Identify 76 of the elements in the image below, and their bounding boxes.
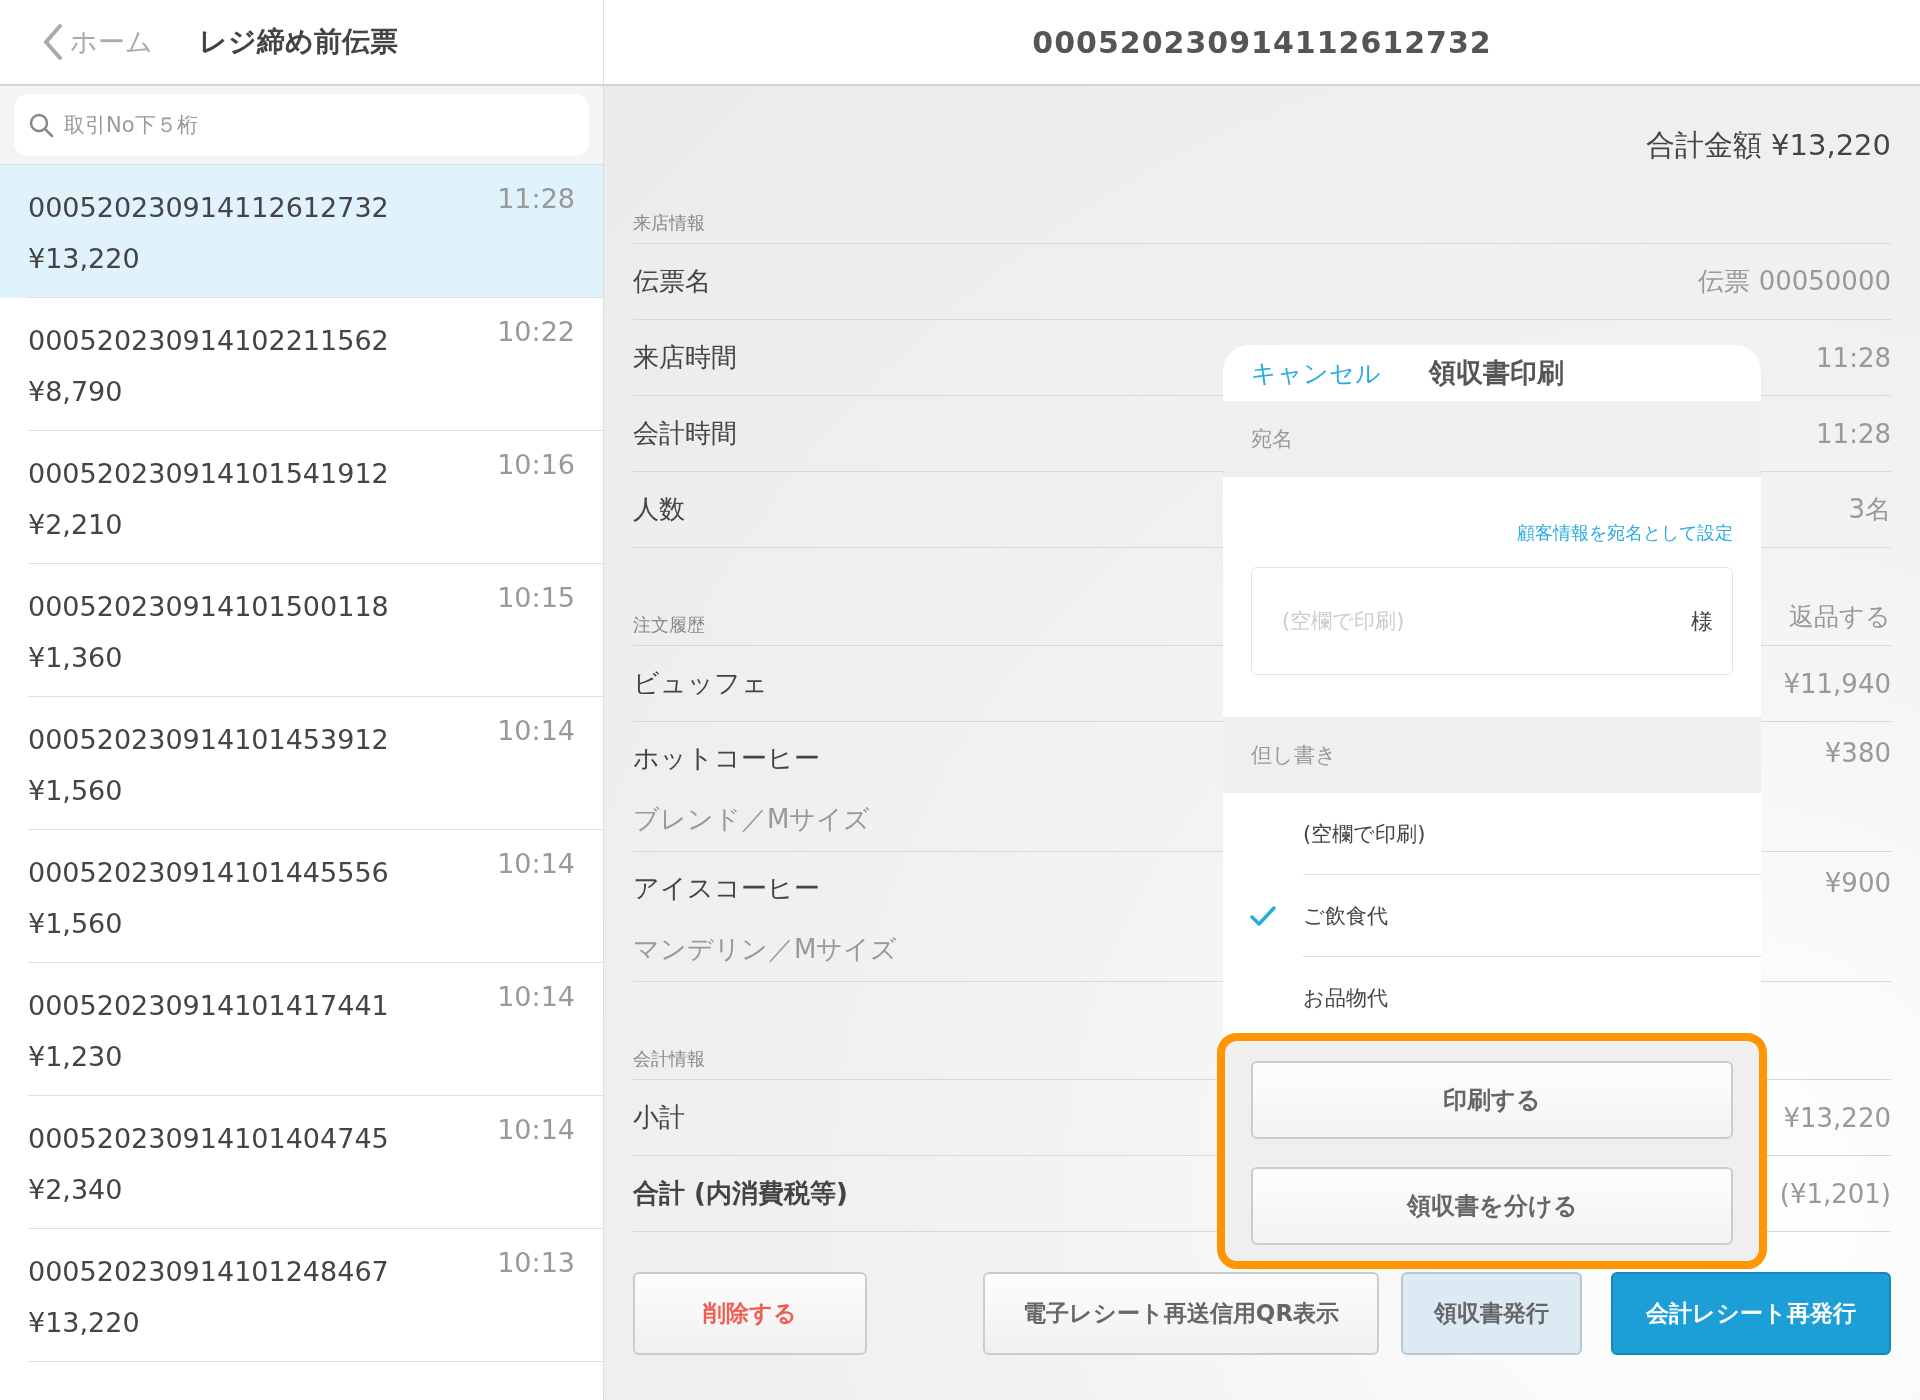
row-value: ¥11,940 xyxy=(1783,668,1891,699)
item-option: ブレンド／Mサイズ xyxy=(633,801,871,837)
row-label: 伝票名 xyxy=(633,265,711,298)
transaction-number: 000520230914101445556 xyxy=(28,857,389,888)
transaction-amount: ¥13,220 xyxy=(28,1307,140,1338)
transaction-item[interactable]: 000520230914101404745 ¥2,340 10:14 xyxy=(0,1096,603,1229)
transaction-item[interactable]: 000520230914101445556 ¥1,560 10:14 xyxy=(0,830,603,963)
transaction-item[interactable]: 000520230914101500118 ¥1,360 10:15 xyxy=(0,564,603,697)
transaction-number: 000520230914101541912 xyxy=(28,458,389,489)
row-label: アイスコーヒー xyxy=(633,871,821,905)
action-button[interactable]: 領収書発行 xyxy=(1401,1272,1582,1355)
transaction-amount: ¥2,210 xyxy=(28,509,123,540)
note-option[interactable]: お品物代 xyxy=(1223,957,1761,1039)
dialog-button[interactable]: 印刷する xyxy=(1251,1061,1733,1139)
honorific-suffix: 様 xyxy=(1691,608,1713,636)
transaction-number: 000520230914101417441 xyxy=(28,990,389,1021)
row-value: ¥13,220 xyxy=(1783,1102,1891,1133)
transaction-time: 10:15 xyxy=(497,582,575,613)
transaction-number: 000520230914101500118 xyxy=(28,591,389,622)
transaction-item[interactable]: 000520230914101248467 ¥13,220 10:13 xyxy=(0,1229,603,1362)
row-value: ¥380 xyxy=(1824,737,1891,768)
transaction-number: 000520230914112612732 xyxy=(28,192,389,223)
transaction-item[interactable]: 000520230914101453912 ¥1,560 10:14 xyxy=(0,697,603,830)
row-label: 会計時間 xyxy=(633,417,737,450)
page-title: レジ締め前伝票 xyxy=(199,24,398,60)
transaction-time: 10:14 xyxy=(497,1114,575,1145)
transaction-item[interactable]: 000520230914102211562 ¥8,790 10:22 xyxy=(0,298,603,431)
row-value: 11:28 xyxy=(1816,418,1891,449)
transaction-time: 10:14 xyxy=(497,715,575,746)
section-heading: 但し書き xyxy=(1251,742,1337,769)
total-amount: 合計金額 ¥13,220 xyxy=(1645,127,1891,164)
search-field[interactable]: 取引No下５桁 xyxy=(14,94,589,156)
transaction-amount: ¥13,220 xyxy=(28,243,140,274)
note-option[interactable]: (空欄で印刷) xyxy=(1223,793,1761,875)
item-option: マンデリン／Mサイズ xyxy=(633,931,898,967)
transaction-title: 000520230914112612732 xyxy=(1032,24,1492,60)
transaction-time: 10:22 xyxy=(497,316,575,347)
row-value: 伝票 00050000 xyxy=(1698,265,1891,298)
row-label: 合計 (内消費税等) xyxy=(633,1177,848,1210)
row-label: 人数 xyxy=(633,493,685,526)
transaction-time: 10:14 xyxy=(497,981,575,1012)
transaction-number: 000520230914101453912 xyxy=(28,724,389,755)
section-heading: 会計情報 xyxy=(633,1047,705,1071)
row-label: ホットコーヒー xyxy=(633,741,821,775)
action-button[interactable]: 電子レシート再送信用QR表示 xyxy=(983,1272,1379,1355)
transaction-number: 000520230914102211562 xyxy=(28,325,389,356)
transaction-number: 000520230914101248467 xyxy=(28,1256,389,1287)
transaction-amount: ¥2,340 xyxy=(28,1174,123,1205)
row-value: (¥1,201) xyxy=(1779,1178,1891,1209)
transaction-item[interactable]: 000520230914101541912 ¥2,210 10:16 xyxy=(0,431,603,564)
transaction-amount: ¥1,360 xyxy=(28,642,123,673)
transaction-amount: ¥8,790 xyxy=(28,376,123,407)
transaction-time: 10:16 xyxy=(497,449,575,480)
note-option[interactable]: ご飲食代 xyxy=(1223,875,1761,957)
transaction-amount: ¥1,560 xyxy=(28,908,123,939)
transaction-amount: ¥1,560 xyxy=(28,775,123,806)
transaction-time: 10:13 xyxy=(497,1247,575,1278)
transaction-time: 10:14 xyxy=(497,848,575,879)
transaction-item[interactable]: 000520230914112612732 ¥13,220 11:28 xyxy=(0,165,603,298)
section-heading: 宛名 xyxy=(1251,426,1293,453)
section-heading: 注文履歴 xyxy=(633,613,705,637)
section-heading: 来店情報 xyxy=(633,211,705,235)
transaction-item[interactable]: 000520230914101417441 ¥1,230 10:14 xyxy=(0,963,603,1096)
row-value: 11:28 xyxy=(1816,342,1891,373)
transaction-time: 11:28 xyxy=(497,183,575,214)
transaction-amount: ¥1,230 xyxy=(28,1041,123,1072)
row-label: 小計 xyxy=(633,1101,685,1134)
chevron-left-icon xyxy=(42,23,64,61)
dialog-title: 領収書印刷 xyxy=(1429,356,1564,390)
row-value: 3名 xyxy=(1848,493,1891,526)
row-value: ¥900 xyxy=(1824,867,1891,898)
row-label: ビュッフェ xyxy=(633,667,768,700)
row-label: 来店時間 xyxy=(633,341,737,374)
search-icon xyxy=(28,112,54,138)
transaction-number: 000520230914101404745 xyxy=(28,1123,389,1154)
dialog-button[interactable]: 領収書を分ける xyxy=(1251,1167,1733,1245)
